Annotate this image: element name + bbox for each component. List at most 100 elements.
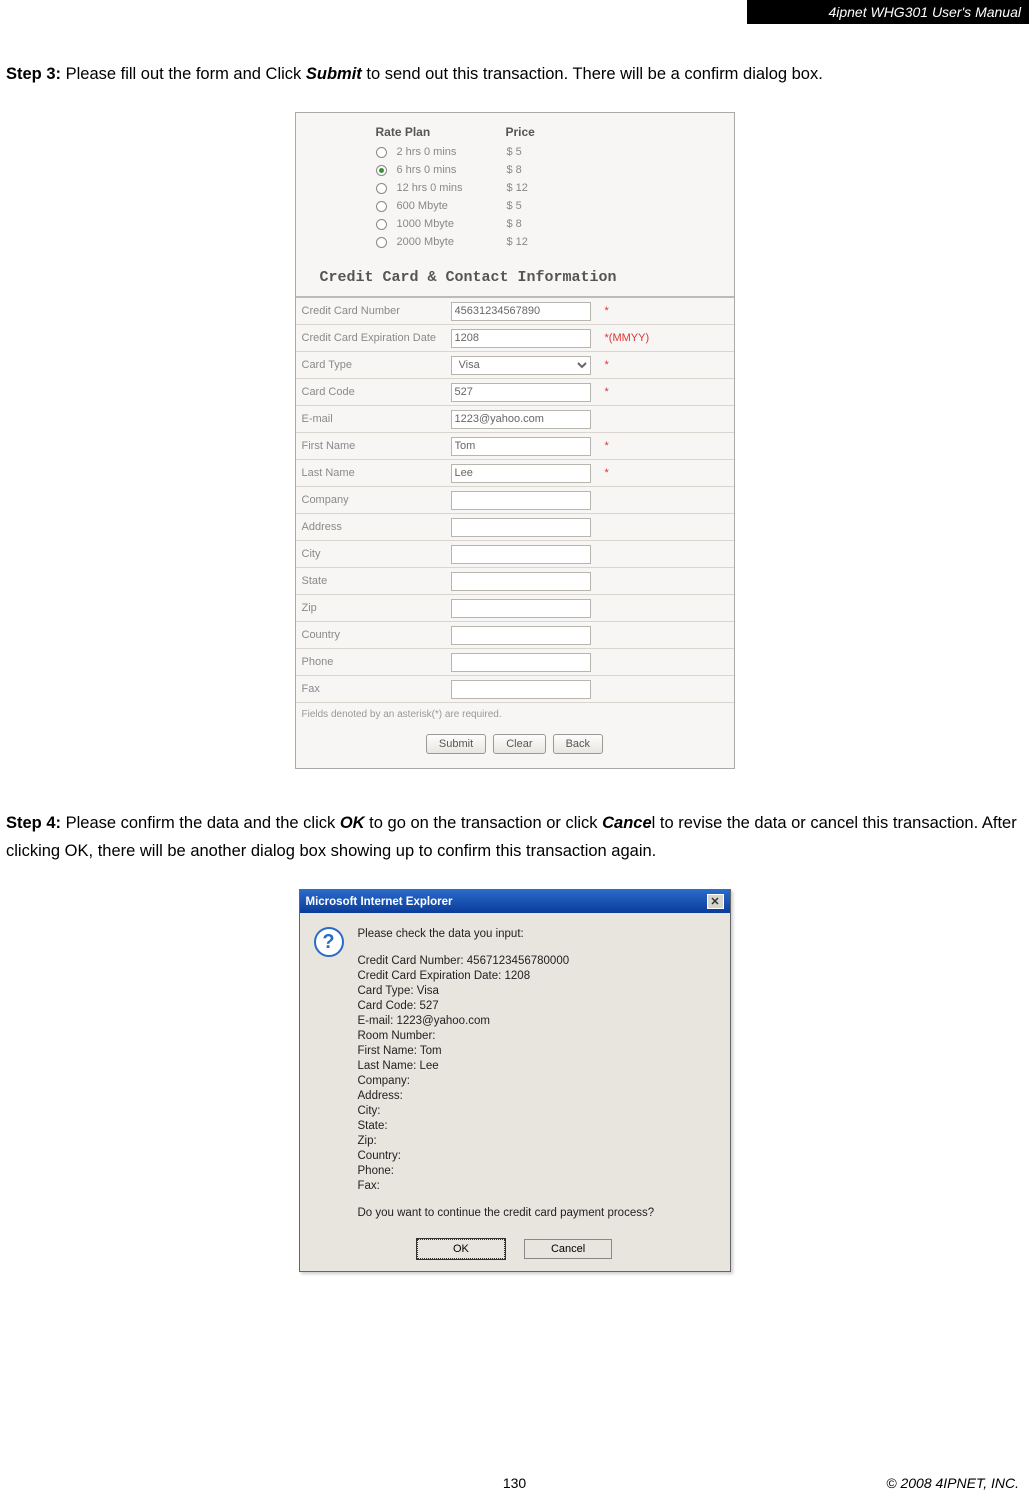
rate-plan-label: 6 hrs 0 mins — [397, 164, 507, 176]
dialog-line: Room Number: — [358, 1029, 716, 1044]
rate-row[interactable]: 12 hrs 0 mins$ 12 — [376, 179, 734, 197]
rate-plan-label: 600 Mbyte — [397, 200, 507, 212]
close-icon[interactable]: ✕ — [707, 894, 724, 909]
step3-text: Step 3: Please fill out the form and Cli… — [0, 60, 1029, 88]
field-label: Zip — [296, 602, 451, 614]
rate-plan-label: 1000 Mbyte — [397, 218, 507, 230]
dialog-line: Please check the data you input: — [358, 927, 716, 942]
rate-plan-label: 2 hrs 0 mins — [397, 146, 507, 158]
radio-icon[interactable] — [376, 237, 387, 248]
city-input[interactable] — [451, 545, 591, 564]
back-button[interactable]: Back — [553, 734, 603, 754]
last-name-input[interactable] — [451, 464, 591, 483]
field-label: Address — [296, 521, 451, 533]
company-input[interactable] — [451, 491, 591, 510]
rate-row[interactable]: 2 hrs 0 mins$ 5 — [376, 143, 734, 161]
form-screenshot: Rate Plan Price 2 hrs 0 mins$ 5 6 hrs 0 … — [295, 112, 735, 769]
field-label: State — [296, 575, 451, 587]
step3-prefix: Step 3: — [6, 65, 61, 83]
cancel-button[interactable]: Cancel — [524, 1239, 612, 1259]
step4-prefix: Step 4: — [6, 814, 61, 832]
step4-text: Step 4: Please confirm the data and the … — [0, 809, 1029, 865]
dialog-line: E-mail: 1223@yahoo.com — [358, 1014, 716, 1029]
page-number: 130 — [503, 1475, 526, 1491]
dialog-line: Last Name: Lee — [358, 1059, 716, 1074]
required-mark: *(MMYY) — [601, 332, 650, 344]
dialog-icon-area: ? — [314, 927, 348, 1221]
doc-header: 4ipnet WHG301 User's Manual — [747, 0, 1029, 24]
field-label: E-mail — [296, 413, 451, 425]
rate-header-plan: Rate Plan — [376, 125, 506, 139]
card-type-select[interactable]: Visa — [451, 356, 591, 375]
dialog-line: Card Code: 527 — [358, 999, 716, 1014]
rate-price: $ 8 — [507, 164, 522, 176]
rate-price: $ 12 — [507, 236, 528, 248]
fax-input[interactable] — [451, 680, 591, 699]
dialog-message: Please check the data you input: Credit … — [348, 927, 716, 1221]
first-name-input[interactable] — [451, 437, 591, 456]
section-title: Credit Card & Contact Information — [296, 259, 734, 298]
field-label: Card Code — [296, 386, 451, 398]
radio-icon[interactable] — [376, 165, 387, 176]
copyright: © 2008 4IPNET, INC. — [886, 1475, 1019, 1491]
required-mark: * — [601, 440, 609, 452]
dialog-line: First Name: Tom — [358, 1044, 716, 1059]
radio-icon[interactable] — [376, 201, 387, 212]
address-input[interactable] — [451, 518, 591, 537]
rate-plan-table: Rate Plan Price 2 hrs 0 mins$ 5 6 hrs 0 … — [296, 113, 734, 259]
step3-bold-a: Submit — [306, 65, 362, 83]
zip-input[interactable] — [451, 599, 591, 618]
phone-input[interactable] — [451, 653, 591, 672]
submit-button[interactable]: Submit — [426, 734, 486, 754]
dialog-line: Zip: — [358, 1134, 716, 1149]
radio-icon[interactable] — [376, 147, 387, 158]
required-mark: * — [601, 467, 609, 479]
cc-number-input[interactable] — [451, 302, 591, 321]
field-label: Card Type — [296, 359, 451, 371]
state-input[interactable] — [451, 572, 591, 591]
ok-button[interactable]: OK — [417, 1239, 505, 1259]
field-label: Credit Card Expiration Date — [296, 332, 451, 344]
card-code-input[interactable] — [451, 383, 591, 402]
page-footer: 130 © 2008 4IPNET, INC. — [0, 1475, 1029, 1491]
rate-row[interactable]: 1000 Mbyte$ 8 — [376, 215, 734, 233]
required-mark: * — [601, 305, 609, 317]
rate-row[interactable]: 2000 Mbyte$ 12 — [376, 233, 734, 251]
country-input[interactable] — [451, 626, 591, 645]
step4-body-b: to go on the transaction or click — [365, 814, 603, 832]
dialog-line: Credit Card Number: 4567123456780000 — [358, 954, 716, 969]
field-label: Phone — [296, 656, 451, 668]
field-label: City — [296, 548, 451, 560]
step4-bold-a: OK — [340, 814, 365, 832]
dialog-line: Credit Card Expiration Date: 1208 — [358, 969, 716, 984]
required-note: Fields denoted by an asterisk(*) are req… — [296, 703, 734, 726]
step4-bold-b: Cance — [602, 814, 652, 832]
rate-price: $ 8 — [507, 218, 522, 230]
dialog-line: State: — [358, 1119, 716, 1134]
button-bar: Submit Clear Back — [296, 726, 734, 768]
rate-price: $ 5 — [507, 146, 522, 158]
field-label: Company — [296, 494, 451, 506]
question-icon: ? — [314, 927, 344, 957]
required-mark: * — [601, 386, 609, 398]
rate-row[interactable]: 6 hrs 0 mins$ 8 — [376, 161, 734, 179]
confirm-dialog: Microsoft Internet Explorer ✕ ? Please c… — [299, 889, 731, 1272]
dialog-line: Phone: — [358, 1164, 716, 1179]
dialog-line: Card Type: Visa — [358, 984, 716, 999]
cc-exp-input[interactable] — [451, 329, 591, 348]
email-input[interactable] — [451, 410, 591, 429]
step3-body-b: to send out this transaction. There will… — [362, 65, 823, 83]
clear-button[interactable]: Clear — [493, 734, 545, 754]
dialog-button-bar: OK Cancel — [300, 1233, 730, 1271]
field-label: Credit Card Number — [296, 305, 451, 317]
field-label: Country — [296, 629, 451, 641]
rate-row[interactable]: 600 Mbyte$ 5 — [376, 197, 734, 215]
step4-body-a: Please confirm the data and the click — [61, 814, 340, 832]
radio-icon[interactable] — [376, 183, 387, 194]
radio-icon[interactable] — [376, 219, 387, 230]
field-table: Credit Card Number * Credit Card Expirati… — [296, 298, 734, 703]
dialog-line: Country: — [358, 1149, 716, 1164]
rate-plan-label: 2000 Mbyte — [397, 236, 507, 248]
field-label: First Name — [296, 440, 451, 452]
step3-body-a: Please fill out the form and Click — [61, 65, 306, 83]
